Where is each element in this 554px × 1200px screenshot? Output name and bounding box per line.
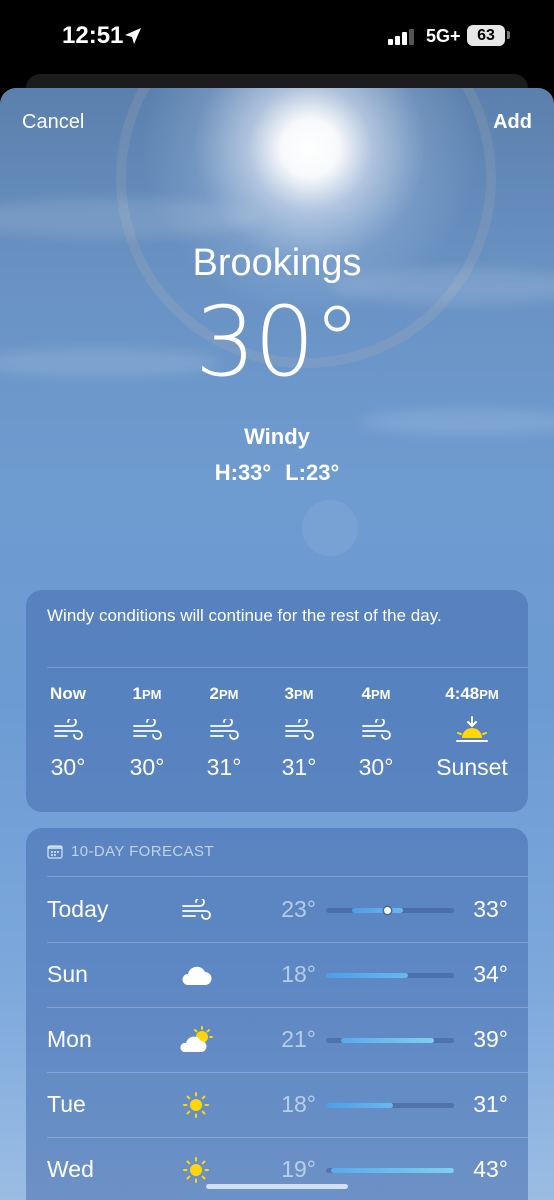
temperature-range-bar: [326, 973, 454, 978]
temperature-range-bar: [326, 907, 454, 914]
day-high-temp: 31°: [473, 1091, 508, 1117]
hour-label: Now: [50, 684, 86, 703]
battery-indicator: 63: [467, 25, 505, 46]
day-name: Sun: [47, 961, 88, 987]
temperature-range-bar: [326, 1103, 454, 1108]
status-time: 12:51: [62, 22, 124, 49]
hour-temperature: Sunset: [436, 754, 508, 780]
hour-label: 4:48PM: [445, 684, 499, 703]
day-high-temp: 43°: [473, 1156, 508, 1182]
sun-icon: [176, 1152, 216, 1188]
calendar-icon: [47, 845, 63, 859]
weather-preview-sheet: Cancel Add Brookings 30° Windy H:33° L:23…: [0, 88, 554, 1200]
wind-icon: [107, 710, 187, 750]
wind-icon: [28, 710, 108, 750]
hourly-summary: Windy conditions will continue for the r…: [47, 606, 442, 625]
high-low: H:33° L:23°: [0, 460, 554, 486]
temperature-range-fill: [351, 908, 403, 913]
hour-label: 2PM: [209, 684, 239, 703]
hour-temperature: 30°: [129, 754, 165, 780]
temperature-range-fill: [326, 973, 408, 978]
location-arrow-icon: [125, 28, 141, 44]
wind-icon: [176, 892, 216, 928]
day-low-temp: 18°: [281, 1091, 316, 1117]
partly-cloudy-icon: [176, 1022, 216, 1058]
header-divider: [47, 876, 528, 877]
current-condition: Windy: [244, 424, 310, 449]
day-low-temp: 19°: [281, 1156, 316, 1182]
hour-column: 4PM 30°: [336, 684, 416, 781]
city-name: Brookings: [192, 242, 362, 284]
forecast-header: 10-DAY FORECAST: [47, 843, 214, 860]
forecast-header-label: 10-DAY FORECAST: [71, 843, 214, 860]
hour-temperature: 31°: [281, 754, 317, 780]
forecast-day-row[interactable]: Today 23° 33°: [26, 878, 528, 942]
day-high-temp: 33°: [473, 896, 508, 922]
cancel-button[interactable]: Cancel: [22, 111, 84, 134]
hour-label: 3PM: [284, 684, 314, 703]
battery-tip: [507, 31, 510, 39]
current-temperature: 30°: [194, 286, 361, 398]
low-temp: L:23°: [285, 460, 340, 485]
wind-icon: [259, 710, 339, 750]
day-low-temp: 18°: [281, 961, 316, 987]
day-name: Tue: [47, 1091, 86, 1117]
hour-column: 4:48PM Sunset: [432, 684, 512, 781]
hour-temperature: 30°: [358, 754, 394, 780]
hour-column: 2PM 31°: [184, 684, 264, 781]
forecast-day-row[interactable]: Wed 19° 43°: [26, 1137, 528, 1200]
temperature-range-fill: [326, 1103, 393, 1108]
hour-label: 1PM: [132, 684, 162, 703]
cellular-signal-icon: [388, 29, 414, 45]
status-bar: 12:51 5G+ 63: [0, 0, 554, 78]
temperature-range-fill: [331, 1168, 454, 1173]
hour-temperature: 30°: [50, 754, 86, 780]
cloud-icon: [176, 957, 216, 993]
day-name: Mon: [47, 1026, 92, 1052]
wind-icon: [184, 710, 264, 750]
home-indicator[interactable]: [206, 1184, 348, 1189]
day-high-temp: 34°: [473, 961, 508, 987]
forecast-day-row[interactable]: Sun 18° 34°: [26, 942, 528, 1007]
row-divider: [47, 1072, 528, 1073]
day-name: Wed: [47, 1156, 94, 1182]
hour-temperature: 31°: [206, 754, 242, 780]
add-button[interactable]: Add: [493, 111, 532, 134]
hour-label: 4PM: [361, 684, 391, 703]
sunset-icon: [432, 710, 512, 750]
day-name: Today: [47, 896, 109, 922]
day-high-temp: 39°: [473, 1026, 508, 1052]
hourly-forecast-card[interactable]: Windy conditions will continue for the r…: [26, 590, 528, 812]
row-divider: [47, 1007, 528, 1008]
ten-day-forecast-card[interactable]: 10-DAY FORECAST Today 23° 33° Sun 18° 34…: [26, 828, 528, 1200]
forecast-day-row[interactable]: Tue 18° 31°: [26, 1072, 528, 1137]
network-type: 5G+: [426, 26, 461, 46]
current-temp-dot: [383, 907, 391, 914]
hour-column: 1PM 30°: [107, 684, 187, 781]
row-divider: [47, 942, 528, 943]
temperature-range-bar: [326, 1038, 454, 1043]
high-temp: H:33°: [214, 460, 272, 485]
hour-column: 3PM 31°: [259, 684, 339, 781]
sun-icon: [176, 1087, 216, 1123]
hour-column: Now 30°: [28, 684, 108, 781]
wind-icon: [336, 710, 416, 750]
forecast-day-row[interactable]: Mon 21° 39°: [26, 1007, 528, 1072]
card-divider: [47, 667, 528, 668]
temperature-range-bar: [326, 1168, 454, 1173]
day-low-temp: 21°: [281, 1026, 316, 1052]
temperature-range-fill: [341, 1038, 434, 1043]
day-low-temp: 23°: [281, 896, 316, 922]
row-divider: [47, 1137, 528, 1138]
lens-flare: [302, 500, 358, 556]
